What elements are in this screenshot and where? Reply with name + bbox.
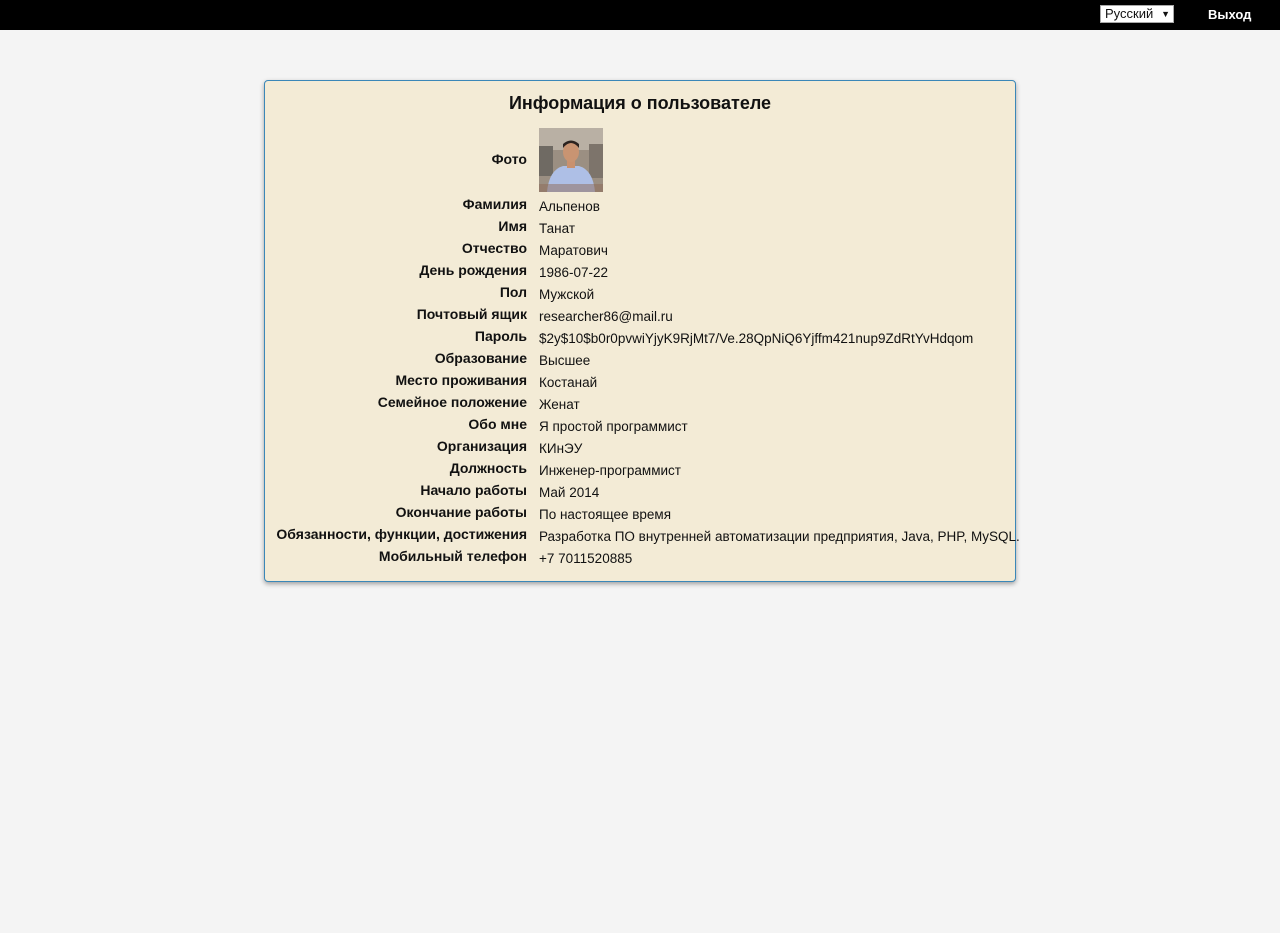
page-title: Информация о пользователе xyxy=(508,93,772,113)
field-value: Разработка ПО внутренней автоматизации п… xyxy=(539,529,1020,544)
language-select-value: Русский xyxy=(1105,6,1154,21)
field-label: Семейное положение xyxy=(377,394,527,410)
field-label: Пол xyxy=(499,284,527,300)
field-label: Организация xyxy=(436,438,527,454)
field-row: Организация КИнЭУ xyxy=(265,437,1015,459)
field-value: 1986-07-22 xyxy=(539,265,609,280)
field-row: Фамилия Альпенов xyxy=(265,195,1015,217)
field-row: Образование Высшее xyxy=(265,349,1015,371)
field-label: Обо мне xyxy=(468,416,527,432)
field-row: Обязанности, функции, достижения Разработ… xyxy=(265,525,1019,547)
field-label: Начало работы xyxy=(420,482,527,498)
field-row: Почтовый ящик researcher86@mail.ru xyxy=(265,305,1015,327)
field-label: Имя xyxy=(498,218,527,234)
field-row: Место проживания Костанай xyxy=(265,371,1015,393)
field-row: Окончание работы По настоящее время xyxy=(265,503,1015,525)
user-fields: Фамилия Альпенов Имя Танат Отчество Маратович… xyxy=(265,195,1019,569)
field-value: Альпенов xyxy=(539,199,600,214)
user-info-card: Информация о пользователе Фото Фамилия Ал… xyxy=(264,80,1020,582)
field-label: Образование xyxy=(434,350,527,366)
field-row: Имя Танат xyxy=(265,217,1015,239)
top-bar: Русский ▼ Выход xyxy=(0,0,1280,30)
field-row: Должность Инженер-программист xyxy=(265,459,1015,481)
field-row: День рождения 1986-07-22 xyxy=(265,261,1015,283)
field-label: Место проживания xyxy=(395,372,527,388)
field-row: Отчество Маратович xyxy=(265,239,1015,261)
field-value: $2y$10$b0r0pvwiYjyK9RjMt7/Ve.28QpNiQ6Yjf… xyxy=(539,331,974,346)
field-label: Отчество xyxy=(461,240,527,256)
field-row: Начало работы Май 2014 xyxy=(265,481,1015,503)
field-value: +7 7011520885 xyxy=(539,551,633,566)
language-select[interactable]: Русский ▼ xyxy=(1100,5,1174,23)
field-label: Почтовый ящик xyxy=(416,306,527,322)
user-photo-image xyxy=(539,128,603,192)
field-label: Окончание работы xyxy=(395,504,527,520)
field-value: По настоящее время xyxy=(539,507,672,522)
field-value: Женат xyxy=(539,397,580,412)
field-label: Должность xyxy=(449,460,527,476)
field-row: Семейное положение Женат xyxy=(265,393,1015,415)
field-value: Танат xyxy=(539,221,575,236)
field-label: Фамилия xyxy=(462,196,527,212)
photo-label: Фото xyxy=(491,151,527,167)
field-row: Пол Мужской xyxy=(265,283,1015,305)
field-value: Май 2014 xyxy=(539,485,600,500)
chevron-down-icon: ▼ xyxy=(1161,9,1170,19)
user-photo xyxy=(539,128,603,192)
field-label: Пароль xyxy=(474,328,527,344)
field-label: Мобильный телефон xyxy=(378,548,527,564)
field-value: Я простой программист xyxy=(539,419,688,434)
field-value: КИнЭУ xyxy=(539,441,583,456)
field-label: День рождения xyxy=(419,262,527,278)
field-value: researcher86@mail.ru xyxy=(539,309,673,324)
field-value: Костанай xyxy=(539,375,598,390)
field-value: Мужской xyxy=(539,287,595,302)
logout-link[interactable]: Выход xyxy=(1208,7,1251,22)
field-row: Обо мне Я простой программист xyxy=(265,415,1015,437)
field-label: Обязанности, функции, достижения xyxy=(276,526,527,542)
field-value: Инженер-программист xyxy=(539,463,681,478)
field-row: Мобильный телефон +7 7011520885 xyxy=(265,547,1015,569)
field-row: Пароль $2y$10$b0r0pvwiYjyK9RjMt7/Ve.28QpN… xyxy=(265,327,1015,349)
field-value: Высшее xyxy=(539,353,591,368)
field-value: Маратович xyxy=(539,243,608,258)
